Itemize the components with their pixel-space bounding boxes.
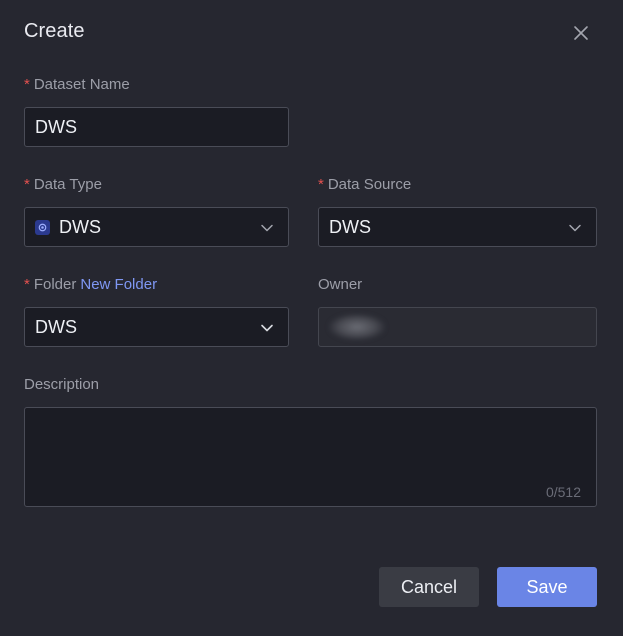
dataset-name-input[interactable]: DWS <box>24 107 289 147</box>
folder-label: * Folder New Folder <box>24 276 157 293</box>
cancel-button[interactable]: Cancel <box>379 567 479 607</box>
folder-value: DWS <box>35 316 77 337</box>
dataset-name-value: DWS <box>35 116 77 137</box>
save-button[interactable]: Save <box>497 567 597 607</box>
folder-label-text: Folder <box>33 276 77 293</box>
create-dataset-dialog: Create * Dataset Name DWS * Data Type DWS … <box>0 0 623 636</box>
dws-icon <box>35 219 50 235</box>
data-type-select[interactable]: DWS <box>24 207 289 247</box>
dataset-name-label: * Dataset Name <box>24 76 130 93</box>
data-type-label-text: Data Type <box>33 176 102 193</box>
folder-select[interactable]: DWS <box>24 307 289 347</box>
data-type-value: DWS <box>59 216 101 237</box>
data-source-label-text: Data Source <box>327 176 412 193</box>
dataset-name-label-text: Dataset Name <box>33 76 130 93</box>
chevron-down-icon <box>261 324 273 332</box>
dialog-title: Create <box>24 20 85 42</box>
required-marker: * <box>24 276 30 293</box>
description-label: Description <box>24 376 100 393</box>
char-counter: 0/512 <box>545 484 581 500</box>
description-textarea[interactable]: 0/512 <box>24 407 597 507</box>
required-marker: * <box>24 176 30 193</box>
owner-field <box>318 307 597 347</box>
data-source-select[interactable]: DWS <box>318 207 597 247</box>
owner-label: Owner <box>318 276 363 293</box>
new-folder-link[interactable]: New Folder <box>80 276 157 293</box>
required-marker: * <box>318 176 324 193</box>
chevron-down-icon <box>261 224 273 232</box>
close-icon <box>574 26 588 40</box>
data-source-label: * Data Source <box>318 176 411 193</box>
chevron-down-icon <box>569 224 581 232</box>
required-marker: * <box>24 76 30 93</box>
data-source-value: DWS <box>329 216 371 237</box>
close-button[interactable] <box>569 21 593 45</box>
data-type-label: * Data Type <box>24 176 102 193</box>
owner-blurred-value <box>329 314 385 340</box>
